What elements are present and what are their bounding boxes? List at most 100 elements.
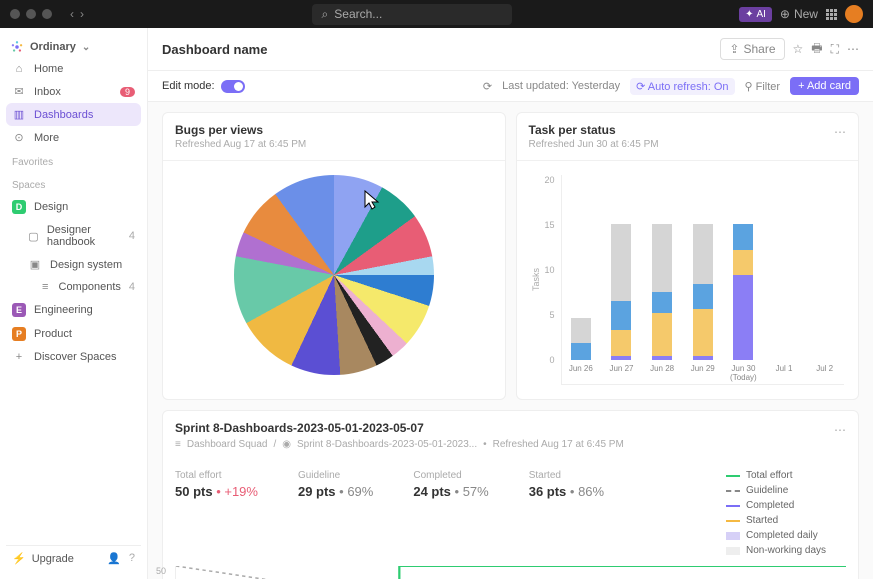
upgrade-link[interactable]: Upgrade — [32, 553, 74, 565]
legend-swatch — [726, 520, 740, 522]
upgrade-bar: ⚡ Upgrade 👤 ? — [6, 545, 141, 571]
space-badge: E — [12, 303, 26, 317]
plus-icon: ⊕ — [780, 7, 790, 21]
space-label: Design — [34, 201, 68, 213]
space-item[interactable]: ≡Components4 — [6, 276, 141, 298]
forward-icon: › — [80, 7, 84, 21]
legend-swatch — [726, 532, 740, 540]
autorefresh-button[interactable]: ⟳ Auto refresh: On — [630, 78, 734, 95]
sidebar-item-label: Home — [34, 63, 63, 75]
bar-chart[interactable]: Tasks 20151050 Jun 26Jun 27Jun 28Jun 29J… — [531, 175, 845, 385]
crumb-2[interactable]: Sprint 8-Dashboards-2023-05-01-2023... — [297, 439, 477, 450]
metric-label: Guideline — [298, 470, 373, 481]
edit-mode-label: Edit mode: — [162, 80, 215, 92]
dashboards-icon: ▥ — [12, 108, 26, 121]
space-badge: P — [12, 327, 26, 341]
ai-button[interactable]: ✦AI — [739, 7, 772, 22]
count: 4 — [129, 230, 135, 242]
space-label: Product — [34, 328, 72, 340]
bars-area: Jun 26Jun 27Jun 28Jun 29Jun 30(Today)Jul… — [561, 175, 844, 385]
help-icon[interactable]: ? — [129, 552, 135, 565]
bar-label: Jun 28 — [650, 364, 674, 384]
share-button[interactable]: ⇪Share — [720, 38, 784, 60]
bar-column: Jun 27 — [606, 224, 637, 384]
add-card-button[interactable]: + Add card — [790, 77, 859, 95]
metric-label: Started — [529, 470, 604, 481]
search-icon: ⌕ — [322, 7, 329, 22]
sprint-card: Sprint 8-Dashboards-2023-05-01-2023-05-0… — [162, 410, 859, 579]
spaces-label: Spaces — [6, 172, 141, 195]
os-topbar: ‹› ⌕ Search... ✦AI ⊕New — [0, 0, 873, 28]
edit-mode-toggle[interactable] — [221, 80, 245, 93]
apps-grid-icon[interactable] — [826, 9, 837, 20]
sidebar-item-dashboards[interactable]: ▥ Dashboards — [6, 103, 141, 126]
y-axis: 20151050 — [545, 175, 561, 385]
metric: Started 36 pts • 86% — [529, 470, 604, 556]
content-area: Dashboard name ⇪Share ☆ 🖶 ⛶ ⋯ Edit mode:… — [148, 28, 873, 579]
card-more-icon[interactable]: ⋯ — [834, 125, 846, 139]
card-more-icon[interactable]: ⋯ — [834, 423, 846, 437]
count: 4 — [129, 281, 135, 293]
metric-label: Completed — [413, 470, 488, 481]
discover-spaces[interactable]: + Discover Spaces — [6, 346, 141, 368]
crumb-1[interactable]: Dashboard Squad — [187, 439, 268, 450]
sidebar-item-label: Dashboards — [34, 109, 93, 121]
space-item[interactable]: P Product — [6, 322, 141, 346]
refresh-icon[interactable]: ⟳ — [483, 80, 492, 93]
inbox-icon: ✉ — [12, 85, 26, 98]
expand-icon[interactable]: ⛶ — [831, 42, 839, 57]
metric: Completed24 pts • 57% — [413, 470, 488, 556]
line-chart[interactable]: 50 40 30 — [175, 566, 846, 579]
sidebar-item-inbox[interactable]: ✉Inbox9 — [6, 80, 141, 103]
avatar[interactable] — [845, 5, 863, 23]
global-search[interactable]: ⌕ Search... — [312, 4, 512, 25]
bar-column: Jul 2 — [809, 360, 840, 384]
favorites-label: Favorites — [6, 149, 141, 172]
sprint-title: Sprint 8-Dashboards-2023-05-01-2023-05-0… — [175, 421, 846, 435]
bar-label: Jun 27 — [609, 364, 633, 384]
sync-icon: ⟳ — [636, 81, 645, 93]
workspace-selector[interactable]: Ordinary ⌄ — [6, 36, 141, 58]
sidebar-item-label: More — [34, 132, 59, 144]
new-button[interactable]: ⊕New — [780, 7, 818, 21]
legend-item: Guideline — [726, 485, 846, 496]
more-icon: ⊙ — [12, 131, 26, 144]
sparkle-icon: ✦ — [745, 9, 753, 20]
space-item[interactable]: D Design — [6, 195, 141, 219]
search-placeholder: Search... — [334, 7, 382, 21]
legend-item: Completed daily — [726, 530, 846, 541]
print-icon[interactable]: 🖶 — [811, 39, 822, 60]
space-label: Engineering — [34, 304, 93, 316]
pie-chart[interactable] — [234, 175, 434, 375]
doc-icon: ▢ — [28, 230, 39, 243]
more-icon[interactable]: ⋯ — [847, 42, 859, 56]
space-badge: D — [12, 200, 26, 214]
sidebar-item-home[interactable]: ⌂Home — [6, 58, 141, 80]
legend-item: Non-working days — [726, 545, 846, 556]
card-title: Bugs per views — [175, 123, 493, 137]
metric: Total effort50 pts • +19% — [175, 470, 258, 556]
folder-icon: ▣ — [28, 258, 42, 271]
space-item[interactable]: E Engineering — [6, 298, 141, 322]
line-svg — [176, 566, 846, 579]
sidebar-item-more[interactable]: ⊙ More — [6, 126, 141, 149]
bar-column: Jun 30(Today) — [728, 224, 759, 384]
space-item[interactable]: ▢ Designer handbook 4 — [6, 219, 141, 253]
metric-value: 36 pts • 86% — [529, 484, 604, 499]
filter-button[interactable]: ⚲ Filter — [745, 80, 781, 93]
upgrade-icon: ⚡ — [12, 552, 26, 565]
back-icon: ‹ — [70, 7, 74, 21]
window-controls[interactable] — [10, 9, 52, 19]
person-icon[interactable]: 👤 — [107, 552, 121, 565]
legend-item: Completed — [726, 500, 846, 511]
space-label: Designer handbook — [47, 224, 121, 248]
page-header: Dashboard name ⇪Share ☆ 🖶 ⛶ ⋯ — [148, 28, 873, 71]
toolbar: Edit mode: ⟳ Last updated: Yesterday ⟳ A… — [148, 71, 873, 102]
star-icon[interactable]: ☆ — [793, 42, 804, 56]
plus-icon: + — [12, 351, 26, 363]
metric-value: 29 pts • 69% — [298, 484, 373, 499]
space-item[interactable]: ▣Design system — [6, 253, 141, 276]
bar-label: Jun 30(Today) — [730, 364, 757, 384]
nav-back-forward[interactable]: ‹› — [70, 7, 84, 21]
bar-label: Jul 2 — [816, 364, 833, 384]
